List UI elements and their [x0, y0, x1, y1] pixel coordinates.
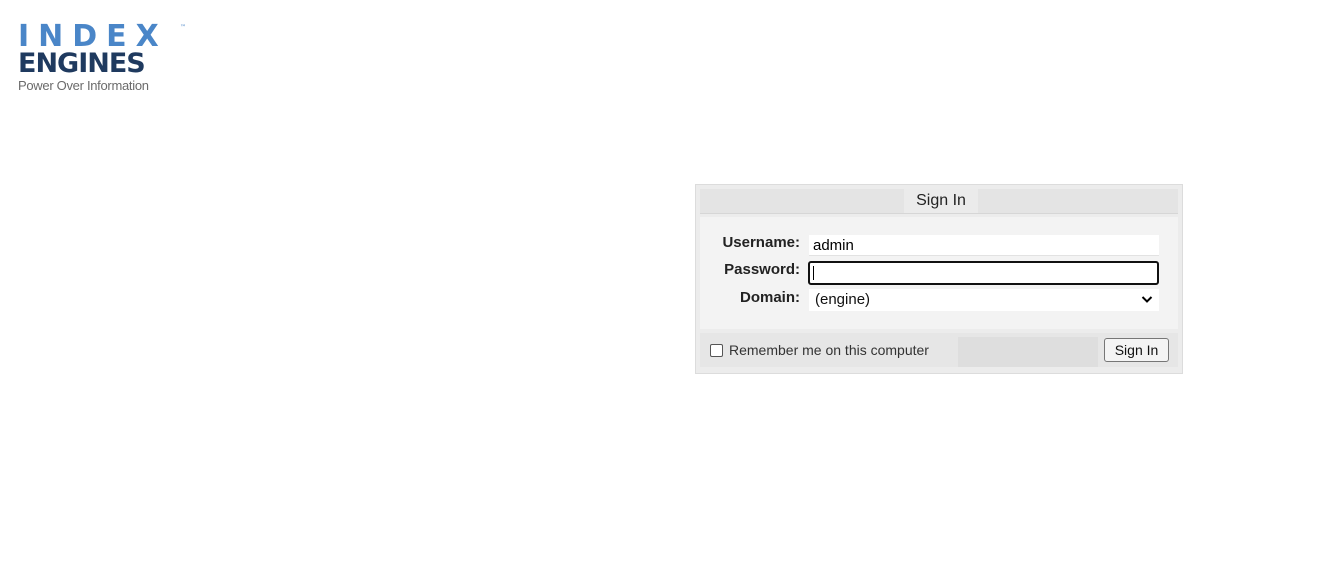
sign-in-title: Sign In: [904, 189, 978, 213]
text-caret: [813, 266, 814, 280]
sign-in-panel: Sign In Username: Password: Domain: (eng…: [695, 184, 1183, 374]
chevron-down-icon: [1141, 289, 1153, 318]
username-input[interactable]: [809, 235, 1159, 256]
domain-selected-value: (engine): [815, 291, 871, 308]
domain-label: Domain:: [740, 289, 800, 306]
page: INDEX ™ ENGINES Power Over Information S…: [0, 0, 1318, 567]
footer-spacer: [958, 337, 1098, 367]
logo-word-engines: ENGINES: [18, 48, 146, 79]
remember-me-checkbox[interactable]: [710, 344, 723, 357]
password-label: Password:: [724, 261, 800, 278]
sign-in-footer: Remember me on this computer Sign In: [700, 333, 1178, 367]
index-engines-logo: INDEX ™ ENGINES Power Over Information: [18, 22, 193, 96]
logo-trademark: ™: [180, 24, 186, 31]
sign-in-button[interactable]: Sign In: [1104, 338, 1169, 362]
sign-in-header: Sign In: [700, 189, 1178, 214]
username-label: Username:: [722, 234, 800, 251]
remember-me-label[interactable]: Remember me on this computer: [729, 342, 929, 358]
sign-in-form: Username: Password: Domain: (engine): [700, 217, 1178, 329]
logo-tagline: Power Over Information: [18, 78, 149, 93]
domain-select[interactable]: (engine): [809, 289, 1159, 311]
password-input[interactable]: [808, 261, 1159, 285]
